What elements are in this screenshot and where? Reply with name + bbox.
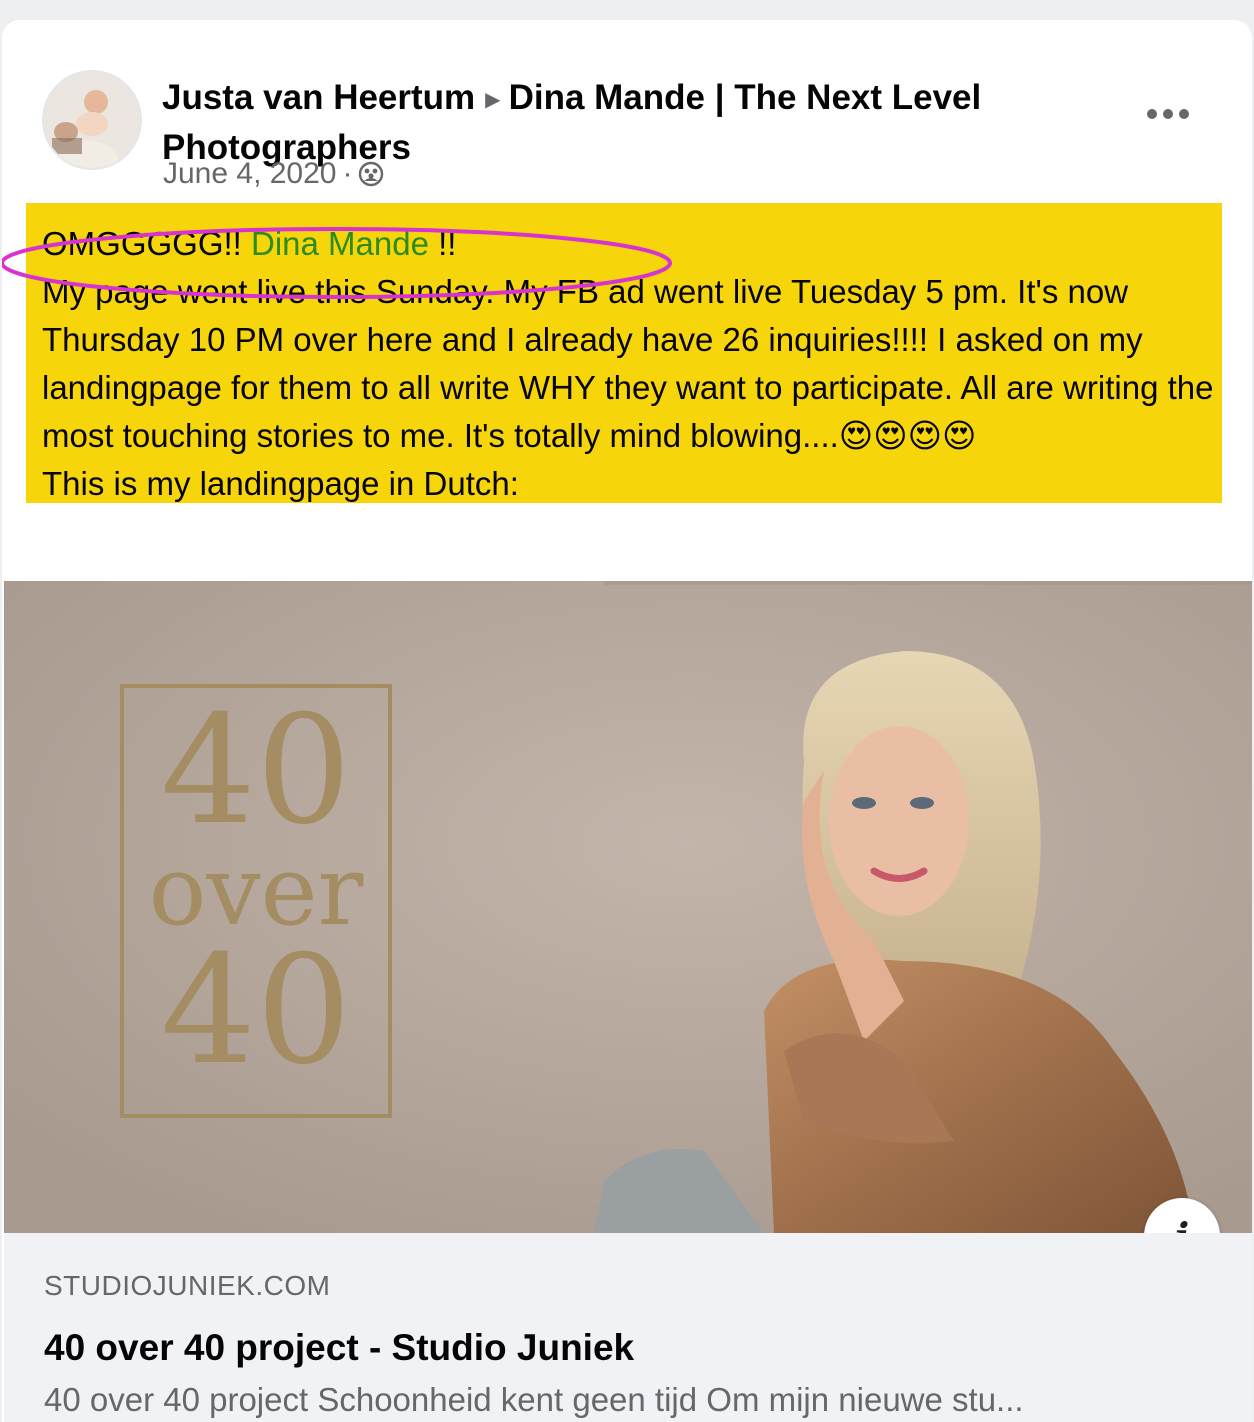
exclamation-suffix: !! [428,225,457,262]
author-avatar[interactable] [42,70,142,170]
group-members-icon [359,161,384,187]
author-name[interactable]: Justa van Heertum [162,78,475,117]
link-description: 40 over 40 project Schoonheid kent geen … [44,1381,1024,1418]
logo-number-top: 40 [160,684,352,858]
post-meta: June 4, 2020 · [163,154,384,194]
link-preview-image[interactable]: 40 over 40 [4,581,1252,1233]
post-first-line: OMGGGGG!! Dina Mande !! [42,220,1222,268]
meta-separator: · [342,157,353,190]
link-domain: STUDIOJUNIEK.COM [44,1270,331,1301]
exclamation-text: OMGGGGG!! [42,225,252,262]
post-body: OMGGGGG!! Dina Mande !! My page went liv… [42,220,1222,508]
more-options-icon [1147,109,1189,119]
post-paragraph: My page went live this Sunday. My FB ad … [42,273,1214,454]
post-closing-line: This is my landingpage in Dutch: [42,465,519,502]
arrow-right-icon: ▶ [485,88,501,111]
link-title: 40 over 40 project - Studio Juniek [44,1327,635,1368]
link-preview-caption[interactable]: STUDIOJUNIEK.COM 40 over 40 project - St… [4,1233,1252,1422]
logo-text: 40 over 40 [122,686,390,1116]
avatar-photo [44,72,140,168]
logo-word: over [148,835,364,947]
post-date[interactable]: June 4, 2020 [163,157,336,190]
logo-number-bottom: 40 [160,924,352,1098]
post-card: Justa van Heertum ▶ Dina Mande | The Next … [2,20,1252,1422]
mention-link[interactable]: Dina Mande [251,225,429,262]
more-options-button[interactable] [1144,94,1192,134]
